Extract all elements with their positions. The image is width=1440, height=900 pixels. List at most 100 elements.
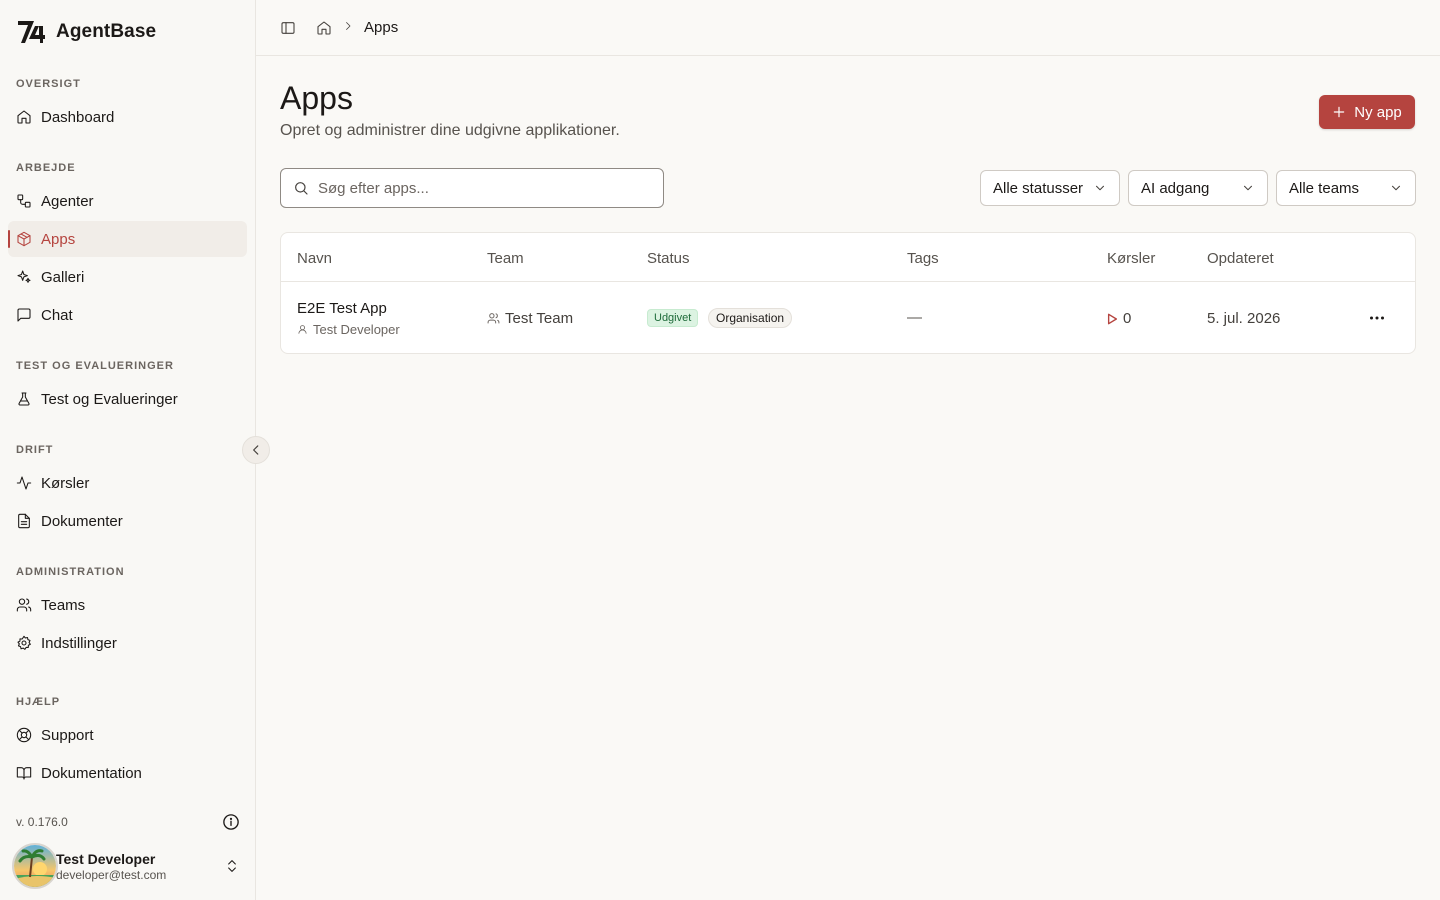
users-icon (16, 598, 32, 612)
chevron-right-icon (346, 21, 351, 30)
sidebar-item-dashboard[interactable]: Dashboard (8, 99, 247, 135)
chevron-down-icon (1243, 185, 1253, 191)
updated-date: 5. jul. 2026 (1207, 310, 1281, 327)
plus-icon (1333, 106, 1345, 118)
user-info: Test Developer developer@test.com (56, 851, 166, 882)
version-label: v. 0.176.0 (16, 815, 68, 829)
sidebar-item-apps[interactable]: Apps (8, 221, 247, 257)
sidebar-item-agenter[interactable]: Agenter (8, 183, 247, 219)
section-title-oversigt: OVERSIGT (16, 78, 81, 90)
info-icon[interactable] (222, 813, 240, 831)
column-header-navn[interactable]: Navn (297, 250, 332, 267)
sidebar-item-label: Dokumenter (41, 512, 123, 530)
topbar: Apps (256, 0, 1440, 56)
sidebar-item-label: Chat (41, 306, 73, 324)
avatar-image (14, 845, 56, 887)
message-square-icon (17, 308, 31, 322)
box-icon (17, 231, 31, 247)
user-icon (298, 325, 307, 334)
app-owner: Test Developer (297, 322, 400, 337)
chevron-down-icon (1095, 185, 1105, 191)
user-menu[interactable]: Test Developer developer@test.com (12, 842, 248, 890)
column-header-korsler[interactable]: Kørsler (1107, 250, 1155, 267)
row-actions-button[interactable] (1367, 308, 1387, 328)
more-horizontal-icon (1370, 316, 1384, 320)
section-title-arbejde: ARBEJDE (16, 162, 76, 174)
table-header: Navn Team Status Tags Kørsler Opdateret (281, 233, 1415, 282)
search-input[interactable] (318, 179, 638, 197)
team-name: Test Team (505, 310, 574, 327)
search-box (280, 168, 664, 208)
section-title-administration: ADMINISTRATION (16, 566, 125, 578)
new-app-label: Ny app (1354, 103, 1402, 121)
sidebar-item-support[interactable]: Support (8, 717, 247, 753)
sparkles-icon (17, 270, 31, 283)
book-open-icon (16, 767, 32, 780)
team-filter-select[interactable]: Alle teams (1276, 170, 1416, 206)
sidebar: AgentBase OVERSIGT Dashboard ARBEJDE Age… (0, 0, 256, 900)
team-cell: Test Team (487, 310, 573, 327)
sidebar-item-galleri[interactable]: Galleri (8, 259, 247, 295)
sidebar-item-indstillinger[interactable]: Indstillinger (8, 625, 247, 661)
search-icon (295, 182, 308, 195)
new-app-button[interactable]: Ny app (1319, 95, 1415, 129)
app-name-link[interactable]: E2E Test App (297, 300, 387, 317)
runs-count: 0 (1123, 310, 1132, 327)
play-icon (1107, 313, 1118, 324)
column-header-team[interactable]: Team (487, 250, 524, 267)
sidebar-item-label: Dashboard (41, 108, 115, 126)
user-name: Test Developer (56, 850, 156, 867)
sidebar-item-label: Apps (41, 230, 76, 248)
sidebar-item-label: Indstillinger (41, 634, 117, 652)
status-filter-value: Alle statusser (993, 179, 1084, 197)
home-icon[interactable] (316, 20, 332, 36)
chevron-down-icon (1391, 185, 1401, 191)
column-header-tags[interactable]: Tags (907, 250, 939, 267)
home-icon (17, 110, 31, 124)
sidebar-item-dokumenter[interactable]: Dokumenter (8, 503, 247, 539)
breadcrumb-separator (342, 19, 354, 37)
page-subtitle: Opret og administrer dine udgivne applik… (280, 122, 620, 139)
workflow-icon (17, 194, 31, 208)
sidebar-item-test-og-evalueringer[interactable]: Test og Evalueringer (8, 381, 247, 417)
breadcrumb-current: Apps (364, 19, 399, 36)
section-title-hjaelp: HJÆLP (16, 696, 61, 708)
app-owner-name: Test Developer (313, 322, 400, 337)
sidebar-item-label: Agenter (41, 192, 94, 210)
ai-access-filter-select[interactable]: AI adgang (1128, 170, 1268, 206)
apps-table: Navn Team Status Tags Kørsler Opdateret … (280, 232, 1416, 354)
ai-access-filter-value: AI adgang (1141, 179, 1210, 197)
sidebar-item-teams[interactable]: Teams (8, 587, 247, 623)
table-row[interactable]: E2E Test App Test Developer Test Team Ud… (281, 282, 1415, 354)
gear-icon (17, 635, 31, 650)
team-filter-value: Alle teams (1289, 179, 1360, 197)
sidebar-item-label: Support (41, 726, 94, 744)
avatar (12, 843, 58, 889)
panel-left-icon[interactable] (280, 20, 296, 36)
section-title-drift: DRIFT (16, 444, 54, 456)
life-buoy-icon (16, 727, 32, 743)
user-email: developer@test.com (56, 867, 167, 882)
column-header-opdateret[interactable]: Opdateret (1207, 250, 1274, 267)
sidebar-item-dokumentation[interactable]: Dokumentation (8, 755, 247, 791)
status-badge: Udgivet (647, 309, 699, 327)
sidebar-item-korsler[interactable]: Kørsler (8, 465, 247, 501)
sidebar-item-chat[interactable]: Chat (8, 297, 247, 333)
activity-icon (16, 476, 32, 490)
tags-cell: — (907, 309, 922, 326)
page-title: Apps (280, 80, 353, 116)
section-title-test: TEST OG EVALUERINGER (16, 360, 174, 372)
users-icon (487, 313, 500, 324)
column-header-status[interactable]: Status (647, 250, 690, 267)
status-filter-select[interactable]: Alle statusser (980, 170, 1120, 206)
file-text-icon (18, 513, 30, 529)
flask-icon (18, 392, 30, 406)
sidebar-item-label: Galleri (41, 268, 85, 286)
runs-cell: 0 (1107, 310, 1131, 327)
collapse-sidebar-button[interactable] (242, 436, 270, 464)
brand[interactable]: AgentBase (16, 18, 156, 46)
visibility-badge: Organisation (708, 308, 793, 328)
breadcrumb: Apps (316, 19, 398, 37)
sidebar-item-label: Dokumentation (41, 764, 142, 782)
sidebar-item-label: Teams (41, 596, 86, 614)
